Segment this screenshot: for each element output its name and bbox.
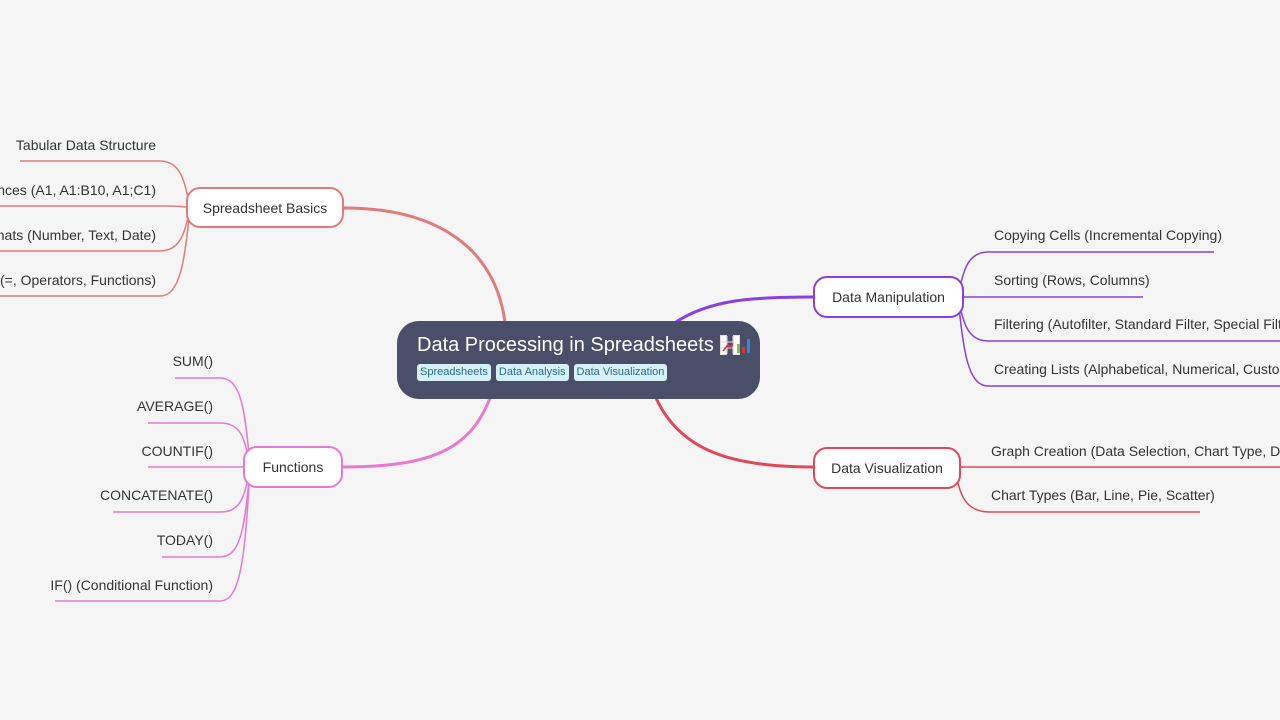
branch-label: Functions [262,459,324,475]
branch-label: Data Manipulation [832,289,945,305]
leaf-sum[interactable]: SUM() [173,352,213,370]
connector-leaf [0,205,191,209]
leaf-formulas[interactable]: Formulas (=, Operators, Functions) [0,271,156,289]
branch-data-manipulation[interactable]: Data Manipulation [813,276,964,318]
root-title: Data Processing in Spreadsheets [417,334,714,356]
branch-data-visualization[interactable]: Data Visualization [813,447,961,489]
connector-spreadsheet-basics [343,206,507,323]
tag-list: Spreadsheets Data Analysis Data Visualiz… [417,364,740,381]
leaf-today[interactable]: TODAY() [157,531,213,549]
leaf-concatenate[interactable]: CONCATENATE() [100,486,213,504]
bar-chart-icon [732,335,750,355]
leaf-chart-types[interactable]: Chart Types (Bar, Line, Pie, Scatter) [991,486,1215,504]
connector-functions [342,397,492,469]
leaf-sorting[interactable]: Sorting (Rows, Columns) [994,271,1150,289]
branch-functions[interactable]: Functions [243,446,343,488]
leaf-if[interactable]: IF() (Conditional Function) [50,576,213,594]
root-node[interactable]: Data Processing in Spreadsheets Spreadsh… [397,321,760,399]
branch-spreadsheet-basics[interactable]: Spreadsheet Basics [186,187,344,228]
tag-spreadsheets[interactable]: Spreadsheets [417,364,491,381]
leaf-countif[interactable]: COUNTIF() [141,442,213,460]
leaf-tabular-data-structure[interactable]: Tabular Data Structure [16,136,156,154]
leaf-graph-creation[interactable]: Graph Creation (Data Selection, Chart Ty… [991,442,1280,460]
leaf-cell-formats[interactable]: Cell Formats (Number, Text, Date) [0,226,156,244]
branch-label: Data Visualization [831,460,943,476]
leaf-creating-lists[interactable]: Creating Lists (Alphabetical, Numerical,… [994,360,1280,378]
connector-data-visualization [654,397,814,469]
leaf-filtering[interactable]: Filtering (Autofilter, Standard Filter, … [994,315,1280,333]
leaf-cell-references[interactable]: Cell References (A1, A1:B10, A1;C1) [0,181,156,199]
connector-data-manipulation [675,295,814,324]
tag-data-visualization[interactable]: Data Visualization [573,364,668,381]
branch-label: Spreadsheet Basics [202,199,328,216]
leaf-average[interactable]: AVERAGE() [137,397,213,415]
tag-data-analysis[interactable]: Data Analysis [495,364,569,381]
leaf-copying-cells[interactable]: Copying Cells (Incremental Copying) [994,226,1222,244]
chart-increasing-icon [719,335,739,355]
